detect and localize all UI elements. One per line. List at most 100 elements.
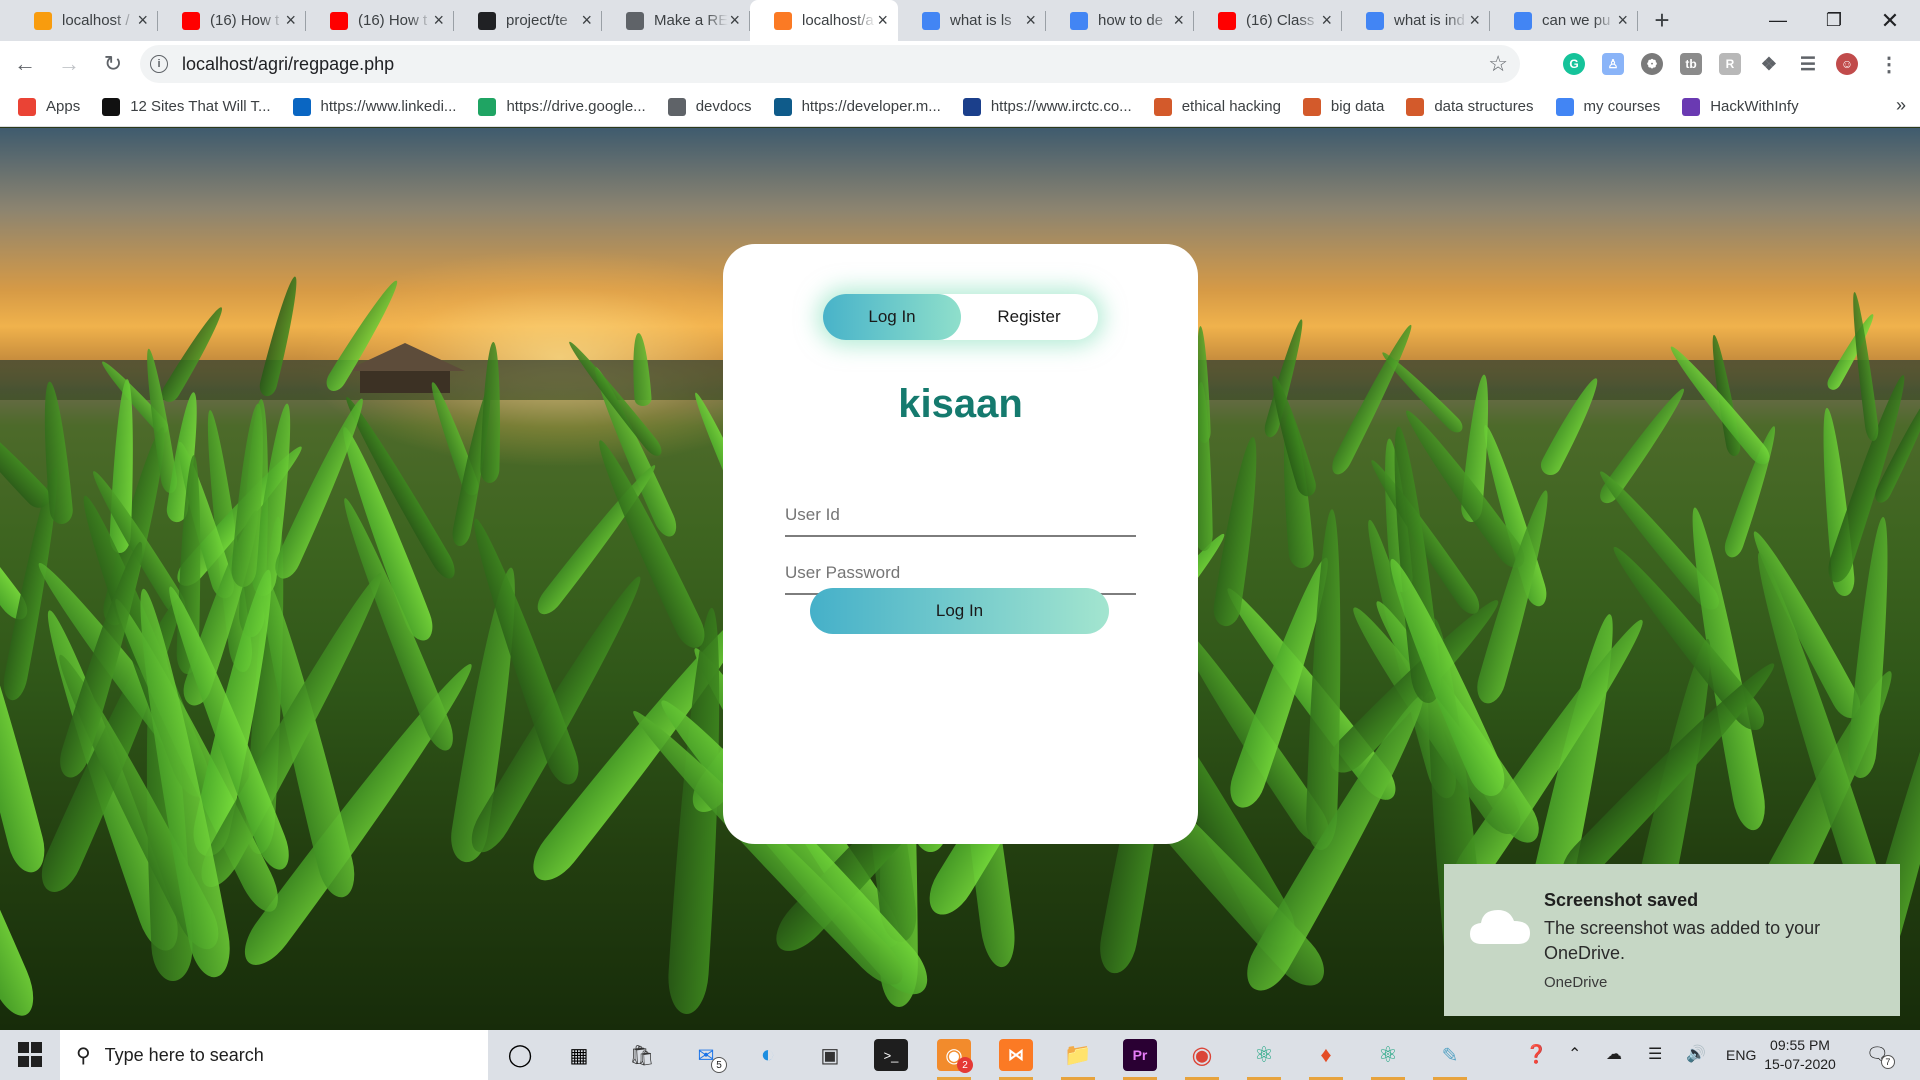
tab-close-icon[interactable]: × [1469, 10, 1480, 31]
bookmark-item[interactable]: 12 Sites That Will T... [102, 97, 271, 116]
browser-tab[interactable]: (16) How t × [306, 0, 454, 41]
tab-title: can we pu [1542, 12, 1611, 29]
edge-icon[interactable]: ◐ [751, 1039, 785, 1071]
login-tab[interactable]: Log In [823, 294, 961, 340]
chrome-icon[interactable]: ◉ [1185, 1039, 1219, 1080]
bookmark-label: https://developer.m... [801, 98, 941, 115]
sticky-notes-icon[interactable]: ▣ [813, 1039, 847, 1071]
mail-icon[interactable]: ✉ 5 [689, 1039, 727, 1073]
tab-title: Make a RE [654, 12, 728, 29]
youtube-icon [330, 12, 348, 30]
address-url[interactable]: localhost/agri/regpage.php [182, 54, 394, 75]
address-bar[interactable]: i localhost/agri/regpage.php ☆ [140, 45, 1520, 83]
bug-extension-icon[interactable]: ❁ [1641, 53, 1663, 75]
user-id-input[interactable] [785, 495, 1136, 537]
browser-tab[interactable]: what is ind × [1342, 0, 1490, 41]
volume-icon[interactable]: 🔊 [1686, 1044, 1706, 1064]
new-tab-button[interactable]: + [1642, 0, 1682, 41]
tab-title: (16) Class [1246, 12, 1315, 29]
atom-icon[interactable]: ⚛ [1247, 1039, 1281, 1080]
brand-title: kisaan [898, 382, 1023, 426]
close-window-button[interactable]: ✕ [1862, 0, 1918, 41]
browser-tab[interactable]: (16) How t × [158, 0, 306, 41]
menu-kebab-icon[interactable]: ⋮ [1878, 53, 1900, 76]
tab-close-icon[interactable]: × [1173, 10, 1184, 31]
browser-tab[interactable]: localhost / × [10, 0, 158, 41]
bookmark-item[interactable]: https://www.linkedi... [292, 97, 456, 116]
reload-button[interactable]: ↻ [94, 45, 132, 83]
windows-start-button[interactable] [10, 1042, 50, 1068]
grammarly-extension-icon[interactable]: G [1563, 53, 1585, 75]
tab-close-icon[interactable]: × [137, 10, 148, 31]
tab-close-icon[interactable]: × [1321, 10, 1332, 31]
browser-tab[interactable]: can we pu × [1490, 0, 1638, 41]
google-icon [922, 12, 940, 30]
show-hidden-icons-chevron[interactable]: ⌃ [1568, 1044, 1581, 1064]
extensions-puzzle-icon[interactable]: ❖ [1758, 53, 1780, 75]
browser-tab[interactable]: Make a RE × [602, 0, 750, 41]
bookmark-item[interactable]: https://www.irctc.co... [962, 97, 1132, 116]
tab-close-icon[interactable]: × [877, 10, 888, 31]
bookmark-label: 12 Sites That Will T... [130, 98, 271, 115]
atom-icon[interactable]: ⚛ [1371, 1039, 1405, 1080]
browser-tab[interactable]: project/te × [454, 0, 602, 41]
browser-tab[interactable]: what is ls × [898, 0, 1046, 41]
store-icon[interactable]: 🛍 [625, 1039, 659, 1071]
taskbar-search[interactable]: ⚲ Type here to search [60, 1030, 488, 1080]
login-submit-button[interactable]: Log In [810, 588, 1109, 634]
bookmark-item[interactable]: devdocs [667, 97, 752, 116]
google-icon [1555, 97, 1574, 116]
browser-tab[interactable]: (16) Class × [1194, 0, 1342, 41]
tab-close-icon[interactable]: × [285, 10, 296, 31]
bookmark-item[interactable]: my courses [1555, 97, 1660, 116]
search-icon: ⚲ [76, 1044, 91, 1067]
bookmark-item[interactable]: data structures [1406, 97, 1534, 116]
tab-close-icon[interactable]: × [433, 10, 444, 31]
browser-tab-active[interactable]: localhost/a × [750, 0, 898, 41]
tab-title: what is ind [1394, 12, 1465, 29]
forward-button[interactable]: → [50, 45, 88, 83]
task-view-icon[interactable]: ▦ [562, 1039, 596, 1071]
xampp-icon[interactable]: ⋈ [999, 1039, 1033, 1080]
notes-app-icon[interactable]: ✎ [1433, 1039, 1467, 1080]
register-tab[interactable]: Register [960, 294, 1098, 340]
bookmark-star-icon[interactable]: ☆ [1488, 51, 1508, 77]
premiere-pro-icon[interactable]: Pr [1123, 1039, 1157, 1080]
file-explorer-icon[interactable]: 📁 [1061, 1039, 1095, 1080]
terminal-icon[interactable]: >_ [874, 1039, 908, 1071]
wifi-icon[interactable]: ☰ [1648, 1044, 1662, 1064]
translate-extension-icon[interactable]: ♙ [1602, 53, 1624, 75]
tb-extension-icon[interactable]: tb [1680, 53, 1702, 75]
minimize-button[interactable]: — [1750, 0, 1806, 41]
site-info-icon[interactable]: i [150, 55, 168, 73]
clock[interactable]: 09:55 PM 15-07-2020 [1762, 1036, 1838, 1074]
maximize-button[interactable]: ❐ [1806, 0, 1862, 41]
browser-tab[interactable]: how to de × [1046, 0, 1194, 41]
notifications-icon[interactable]: 🗨 7 [1866, 1044, 1895, 1069]
bookmark-item[interactable]: big data [1302, 97, 1384, 116]
tab-close-icon[interactable]: × [1025, 10, 1036, 31]
bookmarks-overflow-icon[interactable]: » [1896, 95, 1906, 116]
back-button[interactable]: ← [6, 45, 44, 83]
developer-icon [773, 97, 792, 116]
bookmark-item[interactable]: ethical hacking [1153, 97, 1281, 116]
help-icon[interactable]: ❓ [1525, 1044, 1547, 1065]
bookmark-item[interactable]: Apps [18, 97, 80, 116]
profile-avatar[interactable]: ☺ [1836, 53, 1858, 75]
onedrive-toast[interactable]: Screenshot saved The screenshot was adde… [1444, 864, 1900, 1016]
media-control-icon[interactable]: ☰ [1797, 53, 1819, 75]
irctc-icon [962, 97, 981, 116]
cortana-icon[interactable]: ◯ [503, 1039, 537, 1071]
r-extension-icon[interactable]: R [1719, 53, 1741, 75]
tab-close-icon[interactable]: × [729, 10, 740, 31]
tab-close-icon[interactable]: × [581, 10, 592, 31]
onedrive-tray-icon[interactable]: ☁ [1606, 1044, 1622, 1064]
bookmark-item[interactable]: HackWithInfy [1682, 97, 1799, 116]
diamond-app-icon[interactable]: ♦ [1309, 1039, 1343, 1080]
language-indicator[interactable]: ENG [1726, 1047, 1756, 1063]
tab-close-icon[interactable]: × [1617, 10, 1628, 31]
app-icon[interactable]: ◉ 2 [937, 1039, 973, 1080]
bookmark-item[interactable]: https://drive.google... [478, 97, 646, 116]
bookmark-item[interactable]: https://developer.m... [773, 97, 941, 116]
tab-strip: localhost / × (16) How t × (16) How t × projec… [0, 0, 1920, 41]
